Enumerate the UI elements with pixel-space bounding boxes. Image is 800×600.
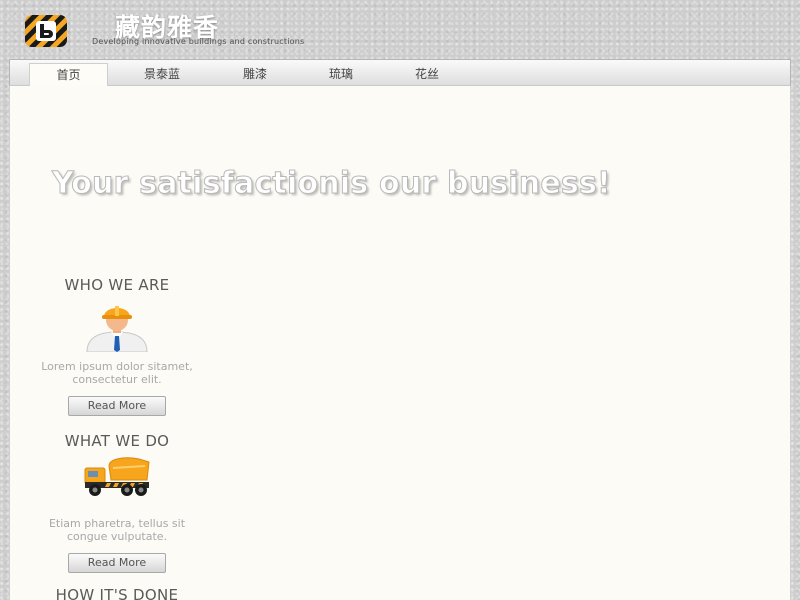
section-description: Lorem ipsum dolor sitamet, consectetur e… (41, 360, 193, 386)
main-content: Your satisfactionis our business! WHO WE… (9, 86, 791, 600)
hero-title: Your satisfactionis our business! (52, 166, 612, 202)
nav-tab-filigree[interactable]: 花丝 (387, 63, 467, 87)
read-more-button[interactable]: Read More (68, 553, 166, 573)
section-title: HOW IT'S DONE (55, 586, 179, 600)
section-who-we-are: WHO WE ARE Lorem ipsum dolor sitamet, co… (28, 276, 206, 416)
section-how-its-done: HOW IT'S DONE (28, 586, 206, 600)
section-title: WHO WE ARE (64, 276, 170, 294)
section-description: Etiam pharetra, tellus sit congue vulput… (48, 517, 186, 543)
section-title: WHAT WE DO (64, 432, 170, 450)
nav-tab-home[interactable]: 首页 (29, 63, 108, 87)
section-what-we-do: WHAT WE DO Etiam pharetra, tellus sit co… (28, 432, 206, 573)
cement-truck-icon (84, 457, 150, 496)
main-nav: 首页 景泰蓝 雕漆 琉璃 花丝 (9, 59, 791, 87)
nav-tab-glaze[interactable]: 琉璃 (301, 63, 381, 87)
logo-badge-icon[interactable] (25, 15, 67, 47)
construction-worker-icon (86, 306, 148, 352)
nav-tab-carved-lacquer[interactable]: 雕漆 (215, 63, 295, 87)
read-more-button[interactable]: Read More (68, 396, 166, 416)
site-tagline: Developing innovative buildings and cons… (92, 37, 305, 46)
nav-tab-cloisonne[interactable]: 景泰蓝 (122, 63, 202, 87)
